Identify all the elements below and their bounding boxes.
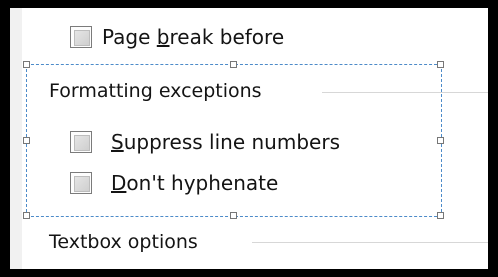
resize-handle[interactable]	[437, 212, 444, 219]
label-part: Page	[102, 25, 157, 49]
page-break-before-label: Page break before	[102, 25, 284, 49]
resize-handle[interactable]	[23, 212, 30, 219]
resize-handle[interactable]	[23, 61, 30, 68]
resize-handle[interactable]	[437, 137, 444, 144]
page-break-before-checkbox[interactable]	[70, 26, 92, 48]
resize-handle[interactable]	[230, 212, 237, 219]
mnemonic-char: b	[156, 25, 170, 49]
resize-handle[interactable]	[230, 61, 237, 68]
textbox-options-title: Textbox options	[49, 231, 198, 253]
resize-handle[interactable]	[23, 137, 30, 144]
left-strip	[10, 8, 22, 269]
resize-handle[interactable]	[437, 61, 444, 68]
panel-canvas: Page break before Formatting exceptions …	[10, 8, 488, 269]
label-part: reak before	[169, 25, 285, 49]
selection-frame[interactable]	[26, 64, 442, 217]
group-separator-line	[252, 242, 488, 243]
